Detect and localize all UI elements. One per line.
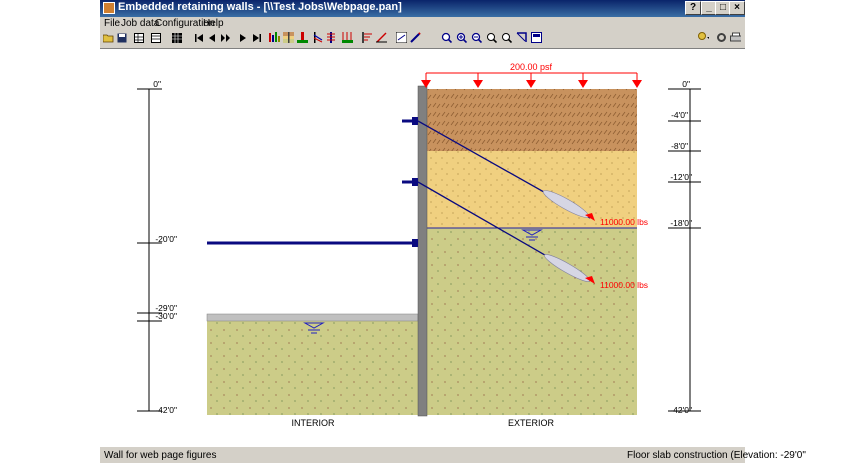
interior-label: INTERIOR xyxy=(291,418,335,428)
surcharge-icon[interactable] xyxy=(342,32,353,43)
pen-icon[interactable] xyxy=(410,32,421,43)
surcharge-label: 200.00 psf xyxy=(510,62,553,72)
application-window: Embedded retaining walls - [\\Test Jobs\… xyxy=(100,0,806,464)
app-icon xyxy=(103,2,115,14)
menu-job-data[interactable]: Job data xyxy=(121,17,159,30)
next-icon[interactable] xyxy=(237,32,248,43)
loads-icon[interactable] xyxy=(362,32,373,43)
pan-icon[interactable] xyxy=(501,32,512,43)
chart-icon[interactable] xyxy=(376,32,387,43)
table-icon[interactable] xyxy=(151,32,162,43)
help-button[interactable]: ? xyxy=(685,1,701,15)
left-scale-label: -20'0" xyxy=(155,234,177,244)
interior-soil[interactable] xyxy=(207,321,418,415)
close-button[interactable]: × xyxy=(729,1,745,15)
floor-slab[interactable] xyxy=(206,313,419,322)
status-text-right: Floor slab construction (Elevation: -29'… xyxy=(627,450,806,461)
status-text-left: Wall for web page figures xyxy=(104,450,217,461)
left-elevation-scale: 0" -20'0" -29'0" -30'0" -42'0" xyxy=(137,79,177,415)
data-icon[interactable] xyxy=(171,32,182,43)
settings-icon[interactable] xyxy=(716,32,727,43)
title-bar: Embedded retaining walls - [\\Test Jobs\… xyxy=(100,0,745,17)
window-title: Embedded retaining walls - [\\Test Jobs\… xyxy=(118,1,402,13)
menu-file[interactable]: File xyxy=(104,17,120,30)
menu-bar: File Job data Configuration Help xyxy=(100,17,745,30)
layers-icon[interactable] xyxy=(283,32,294,43)
print-icon[interactable] xyxy=(730,32,741,43)
print-icon[interactable] xyxy=(531,32,542,43)
exterior-label: EXTERIOR xyxy=(508,418,555,428)
save-icon[interactable] xyxy=(116,32,127,43)
left-scale-label: -30'0" xyxy=(155,311,177,321)
clay-layer[interactable] xyxy=(427,89,637,151)
wall-icon[interactable] xyxy=(297,32,308,43)
open-icon[interactable] xyxy=(103,32,114,43)
zoom-fit-icon[interactable] xyxy=(441,32,452,43)
anchor-load-label: 11000.00 lbs xyxy=(600,217,648,227)
play-icon[interactable] xyxy=(220,32,231,43)
right-scale-label: -8'0" xyxy=(671,141,688,151)
anchor-icon[interactable] xyxy=(312,32,323,43)
last-icon[interactable] xyxy=(251,32,262,43)
zoom-in-icon[interactable] xyxy=(456,32,467,43)
right-scale-label: -12'0" xyxy=(670,172,692,182)
toolbar xyxy=(100,31,745,47)
right-scale-label: 0" xyxy=(682,79,690,89)
grid-icon[interactable] xyxy=(134,32,145,43)
first-icon[interactable] xyxy=(193,32,204,43)
section-icon[interactable] xyxy=(396,32,407,43)
bars-icon[interactable] xyxy=(269,32,280,43)
right-scale-label: -42'0" xyxy=(670,405,692,415)
help-pointer-icon[interactable] xyxy=(698,32,709,43)
zoom-out-icon[interactable] xyxy=(471,32,482,43)
drawing-canvas[interactable]: 0" -20'0" -29'0" -30'0" -42'0" 0" -4'0" … xyxy=(100,48,745,447)
status-bar: Wall for web page figures Floor slab con… xyxy=(100,446,806,464)
prev-icon[interactable] xyxy=(206,32,217,43)
right-elevation-scale: 0" -4'0" -8'0" -12'0" -18'0" -42'0" xyxy=(668,79,701,415)
zoom-window-icon[interactable] xyxy=(486,32,497,43)
right-scale-label: -4'0" xyxy=(671,110,688,120)
anchor-load-label: 11000.00 lbs xyxy=(600,280,648,290)
left-scale-label: 0" xyxy=(153,79,161,89)
lower-soil-layer[interactable] xyxy=(427,228,637,415)
right-scale-label: -18'0" xyxy=(670,218,692,228)
surcharge-load[interactable]: 200.00 psf xyxy=(421,62,642,88)
reset-icon[interactable] xyxy=(516,32,527,43)
left-scale-label: -42'0" xyxy=(155,405,177,415)
menu-help[interactable]: Help xyxy=(203,17,224,30)
pile-icon[interactable] xyxy=(327,32,338,43)
retaining-wall[interactable] xyxy=(417,85,428,417)
